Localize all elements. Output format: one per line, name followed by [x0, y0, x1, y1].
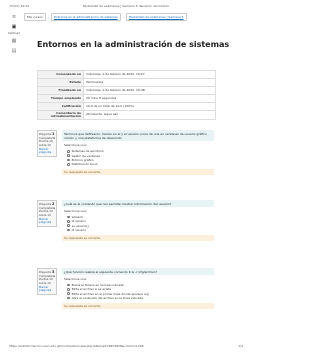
- sidebar-item-dashboard-label: Dashboard: [8, 32, 20, 35]
- breadcrumb-item-course[interactable]: Entornos en la administración de sistema…: [50, 13, 121, 21]
- summary-row-state: Estado Terminados: [37, 78, 216, 87]
- question-body: ¿Qué función realiza el siguiente comand…: [62, 268, 214, 310]
- radio-button[interactable]: [67, 228, 70, 232]
- page-title: Entornos en la administración de sistema…: [37, 39, 230, 49]
- breadcrumb-separator: ›: [122, 15, 124, 19]
- summary-row-feedback: Comentario de retroalimentación ¡Excelen…: [37, 109, 216, 121]
- summary-row-time-taken: Tiempo empleado 20 mins 8 segundos: [37, 94, 216, 103]
- summary-key: Calificación: [37, 102, 84, 111]
- summary-row-finished: Finalizado en miércoles, 1 de febrero de…: [37, 86, 216, 95]
- question-info: Pregunta 3 Completada Puntúa 10 sobre 10…: [37, 268, 57, 295]
- radio-button[interactable]: [67, 220, 70, 223]
- summary-value: Terminados: [83, 78, 216, 87]
- answer-option-label: id usuario: [71, 228, 86, 233]
- answer-options: Seleccione una: whoami id usuario su usu…: [62, 207, 214, 234]
- sidebar: ≡ ▣ Dashboard ▦ ▤: [8, 14, 20, 64]
- radio-button[interactable]: [67, 162, 70, 166]
- summary-key: Estado: [37, 78, 84, 87]
- breadcrumb: Mis cursos › Entornos en la administraci…: [24, 13, 242, 21]
- print-footer: https://autoformacion.usac.edu.gt/mod/qu…: [9, 344, 243, 352]
- answer-option[interactable]: id usuario: [64, 228, 212, 232]
- breadcrumb-separator: ›: [47, 15, 49, 19]
- hamburger-icon[interactable]: ≡: [10, 14, 18, 21]
- summary-value: 10,0 de un total de 10,0 (100%): [83, 102, 216, 111]
- flag-question-link[interactable]: Marcar pregunta: [39, 147, 55, 155]
- summary-key: Tiempo empleado: [37, 94, 84, 103]
- print-page-title: Modalidad de exámenes | Semana 5: Revisi…: [82, 4, 170, 8]
- radio-button[interactable]: [67, 154, 70, 157]
- breadcrumb-item-mis-cursos[interactable]: Mis cursos: [24, 13, 46, 21]
- summary-key: Finalizado en: [37, 86, 84, 95]
- flag-question-link[interactable]: Marcar pregunta: [39, 217, 55, 225]
- radio-button[interactable]: [67, 292, 70, 296]
- print-url: https://autoformacion.usac.edu.gt/mod/qu…: [9, 344, 144, 348]
- print-header: 7/3/22, 19:43 Modalidad de exámenes | Se…: [9, 4, 243, 12]
- dashboard-icon[interactable]: ▣: [10, 24, 18, 31]
- radio-button[interactable]: [67, 150, 70, 153]
- course-icon[interactable]: ▤: [10, 48, 18, 55]
- answer-option[interactable]: Distribución Linux: [64, 162, 212, 166]
- calendar-icon[interactable]: ▦: [10, 38, 18, 45]
- radio-button[interactable]: [67, 283, 70, 287]
- question-feedback: Su respuesta es correcta.: [62, 235, 214, 242]
- question-info: Pregunta 1 Completada Puntúa 10 sobre 10…: [37, 130, 57, 157]
- summary-value: ¡Excelente, sigue así!: [83, 109, 216, 121]
- answer-option[interactable]: Abre el contenido del archivo en la líne…: [64, 296, 212, 300]
- radio-button[interactable]: [67, 296, 70, 300]
- summary-key: Comentario de retroalimentación: [37, 109, 84, 121]
- answer-prompt: Seleccione una:: [64, 277, 87, 282]
- attempt-summary-table: Comenzado en miércoles, 1 de febrero de …: [37, 70, 216, 121]
- question-info: Pregunta 2 Completada Puntúa 10 sobre 10…: [37, 200, 57, 227]
- question-body: ¿Cuál es el comando que nos permite most…: [62, 200, 214, 242]
- question-feedback: Su respuesta es correcta.: [62, 303, 214, 310]
- radio-button[interactable]: [67, 158, 70, 162]
- breadcrumb-item-quiz[interactable]: Modalidad de exámenes | Semana 5: [125, 13, 187, 21]
- question-feedback: Su respuesta es correcta.: [62, 169, 214, 176]
- summary-row-grade: Calificación 10,0 de un total de 10,0 (1…: [37, 102, 216, 111]
- print-page-number: 1/4: [238, 344, 243, 348]
- flag-question-link[interactable]: Marcar pregunta: [39, 285, 55, 293]
- question-text: ¿Qué función realiza el siguiente comand…: [62, 268, 214, 276]
- summary-value: miércoles, 1 de febrero de 2022, 19:27: [83, 70, 216, 79]
- question-body: Términos que definieron, hacían en el y …: [62, 130, 214, 176]
- answer-options: Seleccione una: Sistemas de escritorio G…: [62, 141, 214, 168]
- summary-value: miércoles, 1 de febrero de 2022, 19:48: [83, 86, 216, 95]
- summary-row-started: Comenzado en miércoles, 1 de febrero de …: [37, 70, 216, 79]
- question-text: Términos que definieron, hacían en el y …: [62, 130, 214, 142]
- answer-prompt: Seleccione una:: [64, 143, 87, 148]
- question-text: ¿Cuál es el comando que nos permite most…: [62, 200, 214, 208]
- summary-value: 20 mins 8 segundos: [83, 94, 216, 103]
- answer-prompt: Seleccione una:: [64, 209, 87, 214]
- summary-key: Comenzado en: [37, 70, 84, 79]
- radio-button[interactable]: [67, 215, 70, 219]
- answer-options: Seleccione una: Busca el fichero en la l…: [62, 275, 214, 302]
- answer-option-label: Abre el contenido del archivo en la líne…: [71, 296, 144, 301]
- radio-button[interactable]: [67, 288, 70, 291]
- radio-button[interactable]: [67, 224, 70, 228]
- answer-option-label: Distribución Linux: [71, 162, 98, 167]
